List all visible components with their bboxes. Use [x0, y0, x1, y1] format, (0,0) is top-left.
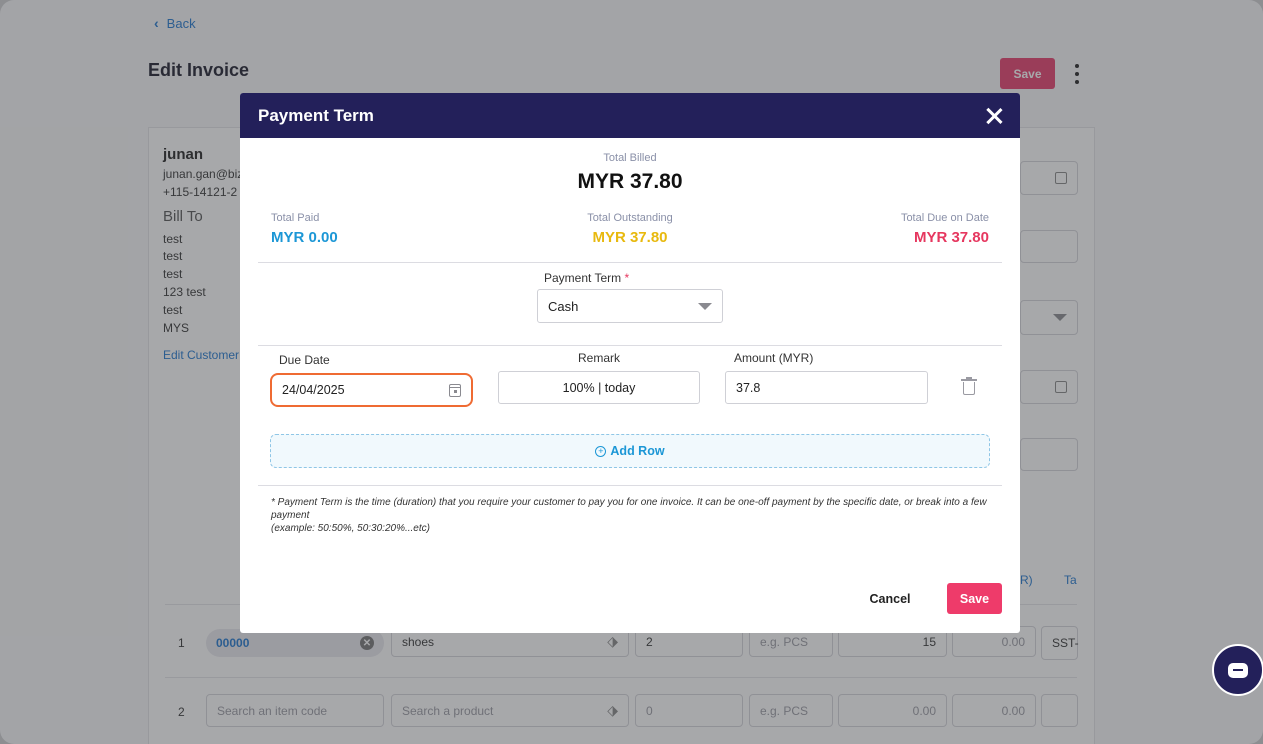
add-row-label: Add Row: [610, 444, 665, 458]
total-billed-label: Total Billed: [603, 152, 657, 164]
payment-term-label-text: Payment Term: [544, 271, 622, 285]
save-button[interactable]: Save: [947, 583, 1002, 614]
payment-term-note: * Payment Term is the time (duration) th…: [271, 496, 991, 535]
divider: [258, 262, 1002, 263]
due-date-field[interactable]: 24/04/2025: [270, 373, 473, 407]
chat-widget-button[interactable]: [1212, 644, 1263, 696]
trash-icon[interactable]: [961, 377, 977, 395]
due-date-label: Due Date: [279, 353, 330, 367]
payment-term-modal: Payment Term Total Billed MYR 37.80 Tota…: [240, 93, 1020, 633]
note-line: * Payment Term is the time (duration) th…: [271, 497, 987, 521]
due-date-value: 24/04/2025: [282, 383, 345, 397]
total-due-on-date: Total Due on Date MYR 37.80: [901, 212, 989, 246]
divider: [258, 485, 1002, 486]
close-icon[interactable]: [986, 108, 1002, 124]
total-outstanding: Total Outstanding MYR 37.80: [586, 212, 674, 246]
cancel-button[interactable]: Cancel: [858, 584, 922, 614]
note-example: (example: 50:50%, 50:30:20%...etc): [271, 523, 430, 534]
add-circle-icon: +: [595, 445, 607, 457]
modal-header: Payment Term: [240, 93, 1020, 138]
add-row-button[interactable]: + Add Row: [270, 434, 990, 468]
amount-label: Amount (MYR): [734, 351, 814, 365]
total-outstanding-value: MYR 37.80: [592, 229, 668, 246]
modal-title: Payment Term: [258, 105, 374, 125]
payment-term-value: Cash: [548, 298, 579, 314]
total-paid: Total Paid MYR 0.00: [271, 212, 338, 246]
total-paid-label: Total Paid: [271, 212, 320, 224]
chat-icon: [1228, 662, 1248, 678]
payment-term-label: Payment Term *: [544, 271, 629, 285]
chevron-down-icon: [698, 302, 712, 310]
required-marker: *: [624, 271, 630, 285]
total-due-label: Total Due on Date: [900, 212, 989, 224]
total-due-value: MYR 37.80: [913, 229, 989, 246]
total-billed-value: MYR 37.80: [577, 170, 683, 193]
payment-term-select[interactable]: Cash: [537, 289, 723, 323]
total-outstanding-label: Total Outstanding: [587, 212, 673, 224]
total-paid-value: MYR 0.00: [271, 229, 338, 246]
amount-field[interactable]: 37.8: [725, 371, 928, 404]
remark-label: Remark: [577, 351, 620, 365]
calendar-icon[interactable]: [449, 383, 461, 397]
divider: [258, 345, 1002, 346]
remark-field[interactable]: 100% | today: [498, 371, 700, 404]
